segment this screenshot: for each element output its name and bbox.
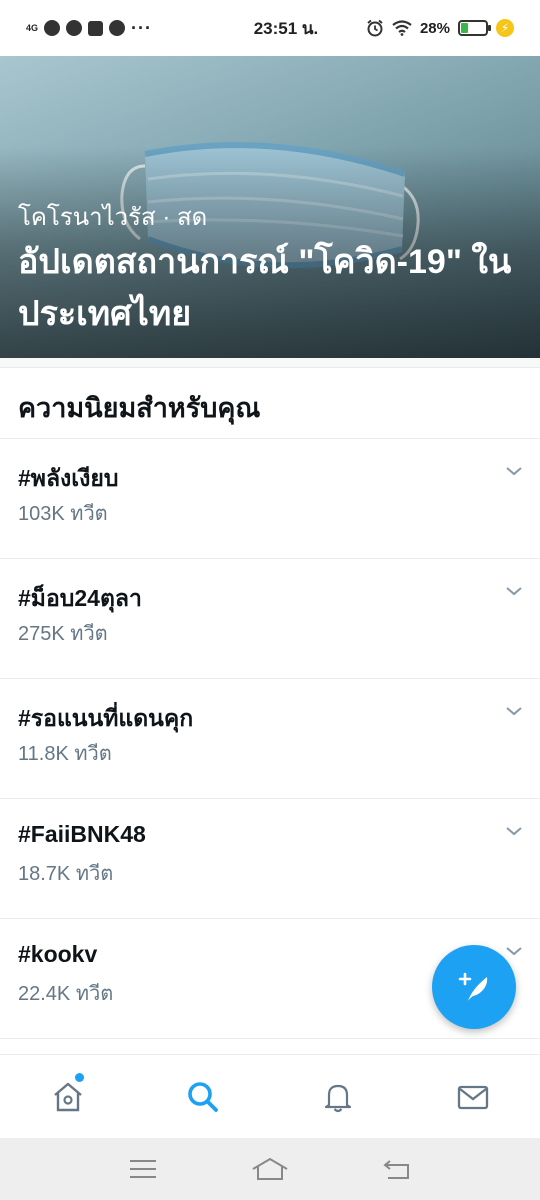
compose-tweet-icon	[458, 972, 488, 1001]
more-icon: ···	[131, 17, 152, 38]
covid-news-hero[interactable]: โคโรนาไวรัส · สด อัปเดตสถานการณ์ "โควิด-…	[0, 56, 540, 358]
app-notification-icon	[66, 20, 83, 36]
leaf-app-icon	[109, 20, 126, 36]
chevron-down-icon[interactable]	[504, 941, 524, 961]
chevron-down-icon[interactable]	[504, 581, 524, 601]
home-button[interactable]	[240, 1149, 300, 1189]
bell-icon	[324, 1084, 351, 1112]
trend-hashtag: #FaiiBNK48	[18, 821, 146, 847]
battery-icon	[458, 20, 491, 36]
trend-tweet-count: 103K ทวีต	[18, 503, 108, 525]
compose-tweet-button[interactable]	[432, 945, 516, 1029]
tab-search[interactable]	[135, 1055, 270, 1138]
home-icon	[53, 1082, 82, 1111]
trend-item[interactable]: #รอแนนที่แดนคุก 11.8K ทวีต	[0, 679, 540, 799]
home-outline-icon	[252, 1157, 288, 1180]
trend-hashtag: #รอแนนที่แดนคุก	[18, 705, 194, 731]
trend-item[interactable]: #พลังเงียบ 103K ทวีต	[0, 439, 540, 559]
status-bar-left: 4G ···	[26, 18, 216, 39]
trend-tweet-count: 11.8K ทวีต	[18, 743, 112, 765]
search-icon	[187, 1081, 218, 1112]
battery-percent: 28%	[419, 19, 450, 37]
facebook-icon	[88, 20, 104, 36]
trend-hashtag: #ม็อบ24ตุลา	[18, 585, 142, 611]
charging-icon: ⚡	[496, 19, 514, 37]
trend-hashtag: #พลังเงียบ	[18, 465, 119, 491]
hero-category: โคโรนาไวรัส · สด	[18, 204, 208, 231]
status-bar: 4G ··· 23:51 น. 28% ⚡	[0, 0, 540, 56]
chevron-down-icon[interactable]	[504, 461, 524, 481]
trend-item[interactable]: #FaiiBNK48 18.7K ทวีต	[0, 799, 540, 919]
mail-icon	[457, 1085, 488, 1109]
chevron-down-icon[interactable]	[504, 701, 524, 721]
tab-notifications[interactable]	[270, 1055, 405, 1138]
trend-tweet-count: 22.4K ทวีต	[18, 983, 114, 1005]
section-separator	[0, 358, 540, 368]
network-4g-icon: 4G	[26, 22, 39, 33]
back-icon	[383, 1160, 409, 1179]
status-time: 23:51 น.	[253, 18, 319, 38]
trend-tweet-count: 275K ทวีต	[18, 623, 108, 645]
hero-title: อัปเดตสถานการณ์ "โควิด-19" ในประเทศไทย	[18, 243, 512, 333]
section-title: ความนิยมสำหรับคุณ	[18, 393, 261, 423]
app-notification-icon	[44, 20, 61, 36]
tab-messages[interactable]	[405, 1055, 540, 1138]
system-navigation-bar	[0, 1138, 540, 1200]
back-button[interactable]	[367, 1149, 427, 1189]
trend-item[interactable]: #ม็อบ24ตุลา 275K ทวีต	[0, 559, 540, 679]
bottom-tab-bar	[0, 1054, 540, 1138]
status-bar-right: 28% ⚡	[366, 19, 514, 37]
recent-apps-button[interactable]	[113, 1149, 173, 1189]
trend-tweet-count: 18.7K ทวีต	[18, 863, 114, 885]
tab-home[interactable]	[0, 1055, 135, 1138]
chevron-down-icon[interactable]	[504, 821, 524, 841]
new-content-badge	[75, 1073, 84, 1082]
menu-icon	[130, 1160, 157, 1178]
wifi-icon	[392, 20, 412, 36]
alarm-icon	[367, 19, 383, 37]
trend-hashtag: #kookv	[18, 941, 98, 967]
battery-level	[461, 23, 468, 33]
